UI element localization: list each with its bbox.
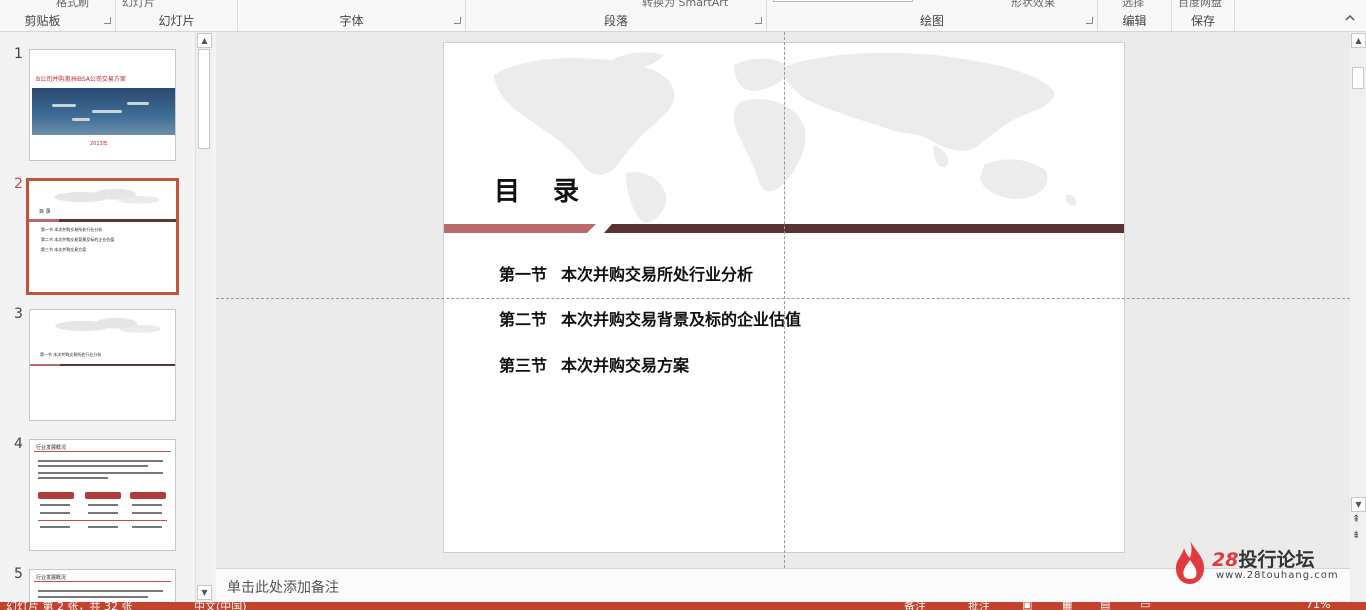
zoom-level[interactable]: 71% (1306, 602, 1330, 610)
language-indicator[interactable]: 中文(中国) (194, 602, 247, 610)
baidu-netdisk-button[interactable]: 百度网盘 (1178, 0, 1222, 10)
toc-section-number: 第三节 (499, 356, 548, 375)
slide-editing-area: 目 录 第一节 本次并购交易所处行业分析 第二节 本次并购交易背景及标的企业估值 第… (216, 32, 1350, 568)
slide-thumbnail-2[interactable]: 目 录 第一节 本次并购交易所处行业分析 第二节 本次并购交易背景及标的企业估值… (26, 178, 179, 295)
title-band-left (444, 224, 596, 233)
shape-effects-button[interactable]: 形状效果 (1011, 0, 1055, 10)
toc-item[interactable]: 第二节 本次并购交易背景及标的企业估值 (499, 306, 801, 330)
toc-section-number: 第一节 (499, 265, 548, 284)
ribbon-group-clipboard: 格式刷 剪贴板 (0, 0, 116, 31)
title-band-right (604, 224, 1124, 233)
thumbnail-line: 第三节 本次并购交易方案 (41, 247, 87, 252)
ribbon-group-label: 段落 (603, 14, 628, 28)
toc-section-title: 本次并购交易方案 (561, 356, 690, 375)
select-button[interactable]: 选择 (1122, 0, 1144, 10)
scrollbar-thumb[interactable] (1352, 67, 1364, 89)
thumbnail-heading: 目 录 (39, 209, 51, 215)
clipboard-launcher-icon[interactable] (104, 17, 111, 24)
drawing-launcher-icon[interactable] (1086, 17, 1093, 24)
slide-sorter-icon[interactable]: ▦ (1062, 602, 1072, 610)
convert-smartart-button[interactable]: 转换为 SmartArt (642, 0, 728, 10)
ribbon-group-font: 字体 (238, 0, 466, 31)
slide-number: 3 (14, 306, 23, 322)
slide-number: 2 (14, 176, 23, 192)
thumbnail-title: B公司并购澳洲IBSA公司交易方案 (36, 76, 126, 83)
paragraph-launcher-icon[interactable] (755, 17, 762, 24)
editor-scrollbar[interactable]: ▲ ▼ ⇞ ⇟ (1350, 32, 1366, 602)
toc-section-title: 本次并购交易所处行业分析 (561, 265, 754, 284)
toc-section-title: 本次并购交易背景及标的企业估值 (561, 310, 802, 329)
watermark-brand: 28投行论坛 (1212, 545, 1314, 572)
toc-section-number: 第二节 (499, 310, 548, 329)
ribbon-group-slides: 幻灯片 幻灯片 (116, 0, 238, 31)
scroll-down-icon[interactable]: ▼ (1351, 497, 1366, 512)
brand-number: 28 (1212, 549, 1239, 571)
horizontal-guide[interactable] (216, 298, 1350, 299)
format-painter-button[interactable]: 格式刷 (56, 0, 89, 10)
collapse-ribbon-icon[interactable] (1344, 12, 1356, 24)
slide-position: 幻灯片 第 2 张，共 32 张 (6, 602, 133, 610)
notes-toggle-button[interactable]: 备注 (904, 602, 926, 610)
ribbon-group-label: 编辑 (1122, 14, 1147, 28)
world-map-image (50, 312, 160, 340)
scrollbar-thumb[interactable] (198, 49, 210, 149)
vertical-guide[interactable] (784, 32, 785, 568)
flame-icon (1176, 540, 1204, 584)
thumbnail-scrollbar[interactable]: ▲ ▼ (195, 32, 212, 602)
thumbnail-line: 第二节 本次并购交易背景及标的企业估值 (41, 237, 115, 242)
ribbon-group-label: 幻灯片 (158, 14, 195, 28)
font-launcher-icon[interactable] (454, 17, 461, 24)
toc-item[interactable]: 第一节 本次并购交易所处行业分析 (499, 261, 753, 285)
scroll-up-icon[interactable]: ▲ (1351, 33, 1366, 48)
ribbon-group-save: 百度网盘 保存 (1172, 0, 1235, 31)
slide-thumbnail-4[interactable]: 行业发展概况 (29, 439, 176, 551)
thumbnail-heading: 行业发展概况 (36, 445, 67, 451)
slide-thumbnail-1[interactable]: B公司并购澳洲IBSA公司交易方案 2013年 (29, 49, 176, 161)
scroll-up-icon[interactable]: ▲ (197, 33, 212, 48)
notes-placeholder[interactable]: 单击此处添加备注 (227, 577, 339, 597)
watermark-url: www.28touhang.com (1216, 570, 1339, 581)
slide-thumbnail-3[interactable]: 第一节 本次并购交易所处行业分析 (29, 309, 176, 421)
ribbon-group-label: 剪贴板 (24, 14, 61, 28)
slide-number: 5 (14, 566, 23, 582)
ribbon-group-drawing: 形状效果 绘图 (767, 0, 1098, 31)
slide-number: 4 (14, 436, 23, 452)
ribbon-group-editing: 选择 编辑 (1098, 0, 1172, 31)
thumbnail-heading: 行业发展概况 (36, 575, 67, 581)
thumbnail-line: 第一节 本次并购交易所处行业分析 (40, 352, 102, 357)
thumbnail-stamp: 2013年 (90, 141, 108, 147)
comments-toggle-button[interactable]: 批注 (968, 602, 990, 610)
ribbon-group-label: 绘图 (919, 14, 944, 28)
slide-title[interactable]: 目 录 (494, 171, 591, 208)
status-bar: 幻灯片 第 2 张，共 32 张 中文(中国) 备注 批注 ▣ ▦ ▤ ▭ 71… (0, 602, 1366, 610)
watermark-logo: 28投行论坛 www.28touhang.com (1172, 536, 1347, 586)
scroll-down-icon[interactable]: ▼ (197, 585, 212, 600)
ribbon: 格式刷 剪贴板 幻灯片 幻灯片 字体 转换为 SmartArt 段落 形状效果 … (0, 0, 1366, 32)
normal-view-icon[interactable]: ▣ (1022, 602, 1032, 610)
ribbon-group-label: 字体 (339, 14, 364, 28)
world-map-image (49, 183, 159, 211)
slide-thumbnail-pane: 1 B公司并购澳洲IBSA公司交易方案 2013年 2 目 录 第一节 本次并购… (0, 32, 214, 609)
slideshow-icon[interactable]: ▭ (1140, 602, 1150, 610)
reading-view-icon[interactable]: ▤ (1100, 602, 1110, 610)
next-slide-icon[interactable]: ⇟ (1352, 530, 1360, 541)
toc-item[interactable]: 第三节 本次并购交易方案 (499, 352, 689, 376)
brand-text: 投行论坛 (1238, 549, 1315, 571)
new-slide-button[interactable]: 幻灯片 (122, 0, 155, 10)
ribbon-group-paragraph: 转换为 SmartArt 段落 (466, 0, 767, 31)
previous-slide-icon[interactable]: ⇞ (1352, 514, 1360, 525)
ribbon-group-label: 保存 (1190, 14, 1215, 28)
thumbnail-line: 第一节 本次并购交易所处行业分析 (41, 227, 103, 232)
slide-number: 1 (14, 46, 23, 62)
aircraft-carrier-photo (32, 88, 175, 135)
shape-gallery[interactable] (773, 0, 913, 2)
